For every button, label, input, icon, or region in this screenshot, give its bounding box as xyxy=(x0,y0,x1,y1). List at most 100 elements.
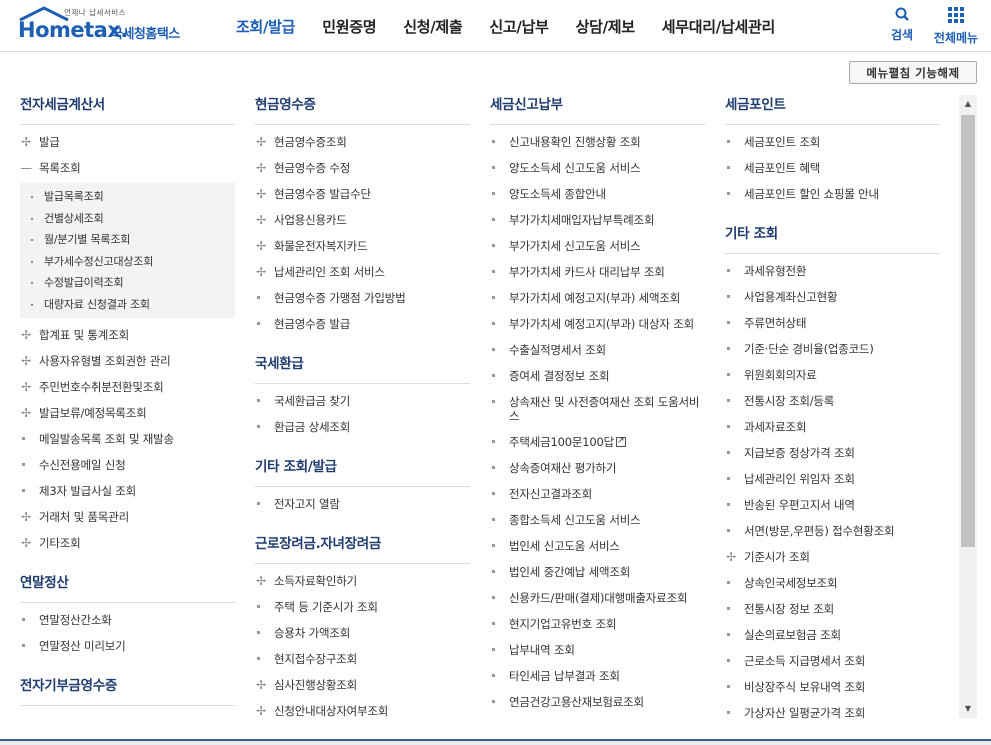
expand-plus-icon[interactable]: ✢ xyxy=(20,328,32,342)
menu-item[interactable]: ✢ 주민번호수취분전환및조회 xyxy=(20,374,235,400)
menu-item[interactable]: 수신전용메일 신청 xyxy=(20,452,235,478)
menu-item[interactable]: 신용카드/판매(결제)대행매출자료조회 xyxy=(490,585,705,611)
menu-item[interactable]: 연말정산간소화 xyxy=(20,607,235,633)
expand-plus-icon[interactable]: ✢ xyxy=(255,187,267,201)
menu-item[interactable]: 현금영수증 가맹점 가입방법 xyxy=(255,285,470,311)
section-title[interactable]: 현금영수증 xyxy=(255,95,470,125)
menu-item[interactable]: 세금포인트 혜택 xyxy=(725,155,940,181)
menu-item[interactable]: 실손의료보험금 조회 xyxy=(725,622,940,648)
menu-item[interactable]: ✢ 신청안내대상자여부조회 xyxy=(255,698,470,724)
nav-item-1[interactable]: 조회/발급 xyxy=(236,0,295,52)
nav-item-3[interactable]: 신청/제출 xyxy=(403,0,462,52)
scroll-up-icon[interactable]: ▲ xyxy=(959,95,977,113)
menu-item[interactable]: 법인세 신고도움 서비스 xyxy=(490,533,705,559)
menu-item[interactable]: 반송된 우편고지서 내역 xyxy=(725,492,940,518)
section-title[interactable]: 세금신고납부 xyxy=(490,95,705,125)
expand-plus-icon[interactable]: ✢ xyxy=(725,550,737,564)
menu-item[interactable]: 납부내역 조회 xyxy=(490,637,705,663)
all-menu-button[interactable]: 전체메뉴 xyxy=(930,4,982,46)
submenu-item[interactable]: 발급목록조회 xyxy=(20,186,235,208)
menu-item[interactable]: 전통시장 조회/등록 xyxy=(725,388,940,414)
menu-item[interactable]: 상속증여재산 평가하기 xyxy=(490,455,705,481)
nav-item-6[interactable]: 세무대리/납세관리 xyxy=(662,0,775,52)
menu-item[interactable]: 수출실적명세서 조회 xyxy=(490,337,705,363)
submenu-item[interactable]: 건별상세조회 xyxy=(20,208,235,230)
search-button[interactable]: 검색 xyxy=(887,4,917,43)
menu-item[interactable]: 위원회회의자료 xyxy=(725,362,940,388)
nav-item-2[interactable]: 민원증명 xyxy=(322,0,376,52)
menu-item[interactable]: 부가가치세 예정고지(부과) 대상자 조회 xyxy=(490,311,705,337)
menu-item[interactable]: 과세자료조회 xyxy=(725,414,940,440)
menu-item[interactable]: 서면(방문,우편등) 접수현황조회 xyxy=(725,518,940,544)
menu-item[interactable]: 양도소득세 종합안내 xyxy=(490,181,705,207)
menu-item[interactable]: 전자신고결과조회 xyxy=(490,481,705,507)
menu-item[interactable]: ✢ 합계표 및 통계조회 xyxy=(20,322,235,348)
menu-item[interactable]: 부가가치세 예정고지(부과) 세액조회 xyxy=(490,285,705,311)
menu-item[interactable]: ✢ 사용자유형별 조회권한 관리 xyxy=(20,348,235,374)
menu-item[interactable]: 부가가치세 신고도움 서비스 xyxy=(490,233,705,259)
menu-item[interactable]: ✢ 소득자료확인하기 xyxy=(255,568,470,594)
menu-item[interactable]: 메일발송목록 조회 및 재발송 xyxy=(20,426,235,452)
expand-plus-icon[interactable]: ✢ xyxy=(255,161,267,175)
section-title[interactable]: 전자기부금영수증 xyxy=(20,676,235,706)
menu-item[interactable]: 현금영수증 발급 xyxy=(255,311,470,337)
menu-item[interactable]: 지급보증 정상가격 조회 xyxy=(725,440,940,466)
collapse-minus-icon[interactable]: — xyxy=(20,161,32,175)
menu-item[interactable]: 세금포인트 할인 쇼핑몰 안내 xyxy=(725,181,940,207)
menu-item[interactable]: ✢ 거래처 및 품목관리 xyxy=(20,504,235,530)
menu-item[interactable]: 국세환급금 찾기 xyxy=(255,388,470,414)
menu-item[interactable]: 현지접수장구조회 xyxy=(255,646,470,672)
menu-item[interactable]: ✢ 기타조회 xyxy=(20,530,235,556)
section-title[interactable]: 연말정산 xyxy=(20,573,235,603)
menu-item[interactable]: ✢ 현금영수증 발급수단 xyxy=(255,181,470,207)
menu-item[interactable]: ✢ 납세관리인 조회 서비스 xyxy=(255,259,470,285)
expand-plus-icon[interactable]: ✢ xyxy=(255,239,267,253)
expand-plus-icon[interactable]: ✢ xyxy=(20,380,32,394)
menu-item[interactable]: 신고내용확인 진행상황 조회 xyxy=(490,129,705,155)
menu-item[interactable]: 과세유형전환 xyxy=(725,258,940,284)
expand-plus-icon[interactable]: ✢ xyxy=(20,510,32,524)
submenu-item[interactable]: 월/분기별 목록조회 xyxy=(20,229,235,251)
expand-plus-icon[interactable]: ✢ xyxy=(20,406,32,420)
menu-item[interactable]: 환급금 상세조회 xyxy=(255,414,470,440)
menu-item[interactable]: 가상자산 일평균가격 조회 xyxy=(725,700,940,726)
expand-plus-icon[interactable]: ✢ xyxy=(255,135,267,149)
hometax-logo[interactable]: 언제나 납세서비스 Hometax. 국세청홈택스 xyxy=(18,4,203,48)
expand-plus-icon[interactable]: ✢ xyxy=(255,678,267,692)
menu-item[interactable]: — 목록조회 xyxy=(20,155,235,181)
menu-item[interactable]: 제3자 발급사실 조회 xyxy=(20,478,235,504)
menu-item[interactable]: 기준·단순 경비율(업종코드) xyxy=(725,336,940,362)
section-title[interactable]: 기타 조회/발급 xyxy=(255,457,470,487)
menu-item[interactable]: 연말정산 미리보기 xyxy=(20,633,235,659)
expand-plus-icon[interactable]: ✢ xyxy=(255,213,267,227)
nav-item-4[interactable]: 신고/납부 xyxy=(489,0,548,52)
menu-expand-toggle-button[interactable]: 메뉴펼침 기능해제 xyxy=(849,61,977,84)
section-title[interactable]: 근로장려금.자녀장려금 xyxy=(255,534,470,564)
submenu-item[interactable]: 부가세수정신고대상조회 xyxy=(20,251,235,273)
menu-item[interactable]: 전통시장 정보 조회 xyxy=(725,596,940,622)
menu-item[interactable]: 상속재산 및 사전증여재산 조회 도움서비스 xyxy=(490,389,705,429)
menu-item[interactable]: 주택세금100문100답 xyxy=(490,429,705,455)
menu-item[interactable]: ✢ 발급 xyxy=(20,129,235,155)
expand-plus-icon[interactable]: ✢ xyxy=(255,704,267,718)
menu-item[interactable]: ✢ 현금영수증조회 xyxy=(255,129,470,155)
section-title[interactable]: 전자세금계산서 xyxy=(20,95,235,125)
scrollbar-thumb[interactable] xyxy=(961,115,975,547)
submenu-item[interactable]: 수정발급이력조회 xyxy=(20,272,235,294)
menu-item[interactable]: ✢ 발급보류/예정목록조회 xyxy=(20,400,235,426)
menu-item[interactable]: 양도소득세 신고도움 서비스 xyxy=(490,155,705,181)
menu-item[interactable]: 승용차 가액조회 xyxy=(255,620,470,646)
menu-item[interactable]: ✢ 심사진행상황조회 xyxy=(255,672,470,698)
menu-item[interactable]: ✢ 현금영수증 수정 xyxy=(255,155,470,181)
section-title[interactable]: 세금포인트 xyxy=(725,95,940,125)
menu-item[interactable]: 연금건강고용산재보험료조회 xyxy=(490,689,705,715)
menu-item[interactable]: 비상장주식 보유내역 조회 xyxy=(725,674,940,700)
section-title[interactable]: 기타 조회 xyxy=(725,224,940,254)
menu-item[interactable]: ✢ 화물운전자복지카드 xyxy=(255,233,470,259)
nav-item-5[interactable]: 상담/제보 xyxy=(576,0,635,52)
expand-plus-icon[interactable]: ✢ xyxy=(20,354,32,368)
menu-item[interactable]: 종합소득세 신고도움 서비스 xyxy=(490,507,705,533)
expand-plus-icon[interactable]: ✢ xyxy=(20,135,32,149)
menu-item[interactable]: 전자고지 열람 xyxy=(255,491,470,517)
scroll-down-icon[interactable]: ▼ xyxy=(959,700,977,718)
